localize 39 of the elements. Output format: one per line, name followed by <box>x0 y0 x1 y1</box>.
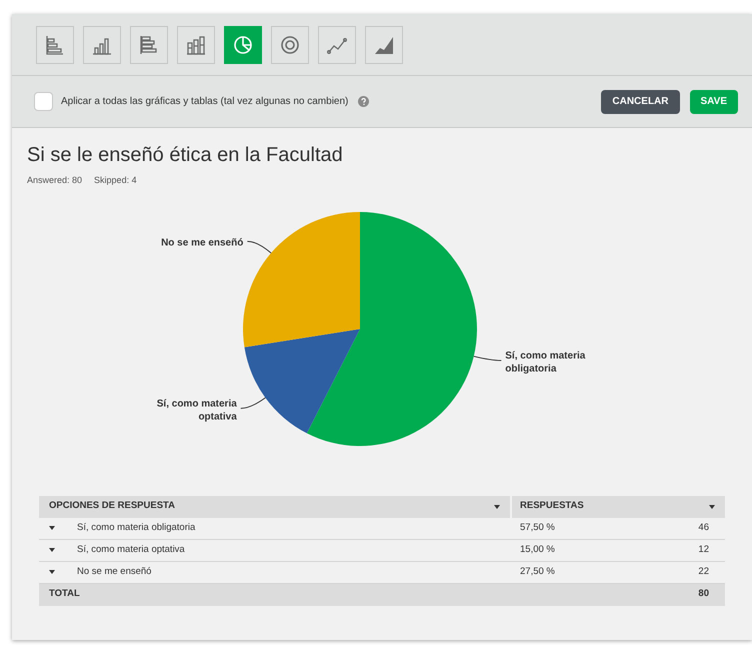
chart-type-button[interactable] <box>36 26 74 64</box>
leader-line <box>240 396 266 408</box>
table-cell-text: 22 <box>698 564 710 579</box>
leader-line <box>246 240 272 254</box>
slice-label: No se me enseñó <box>161 236 244 248</box>
table-cell-text: 46 <box>698 520 710 535</box>
column-header[interactable]: OPCIONES DE RESPUESTA <box>39 496 512 518</box>
cancel-button[interactable]: CANCELAR <box>601 90 680 114</box>
total-count: 80 <box>698 587 709 602</box>
table-cell-text: Sí, como materia optativa <box>77 542 185 557</box>
apply-all-checkbox[interactable] <box>34 92 53 111</box>
chart-type-button[interactable] <box>318 26 356 64</box>
leader-line <box>473 355 502 361</box>
total-label: TOTAL <box>49 587 80 602</box>
table-cell-text: 27,50 % <box>519 564 556 579</box>
table-cell-text: 57,50 % <box>519 520 556 535</box>
help-icon <box>358 96 370 107</box>
skipped-count: Skipped: 4 <box>94 174 137 187</box>
table-cell-text: Sí, como materia obligatoria <box>77 520 196 535</box>
table-cell-text: 15,00 % <box>519 542 556 557</box>
slice-label: Sí, como materia optativa <box>156 398 237 422</box>
expand-caret-icon[interactable] <box>49 526 55 530</box>
sort-caret-icon <box>709 504 715 508</box>
sort-caret-icon <box>494 504 500 508</box>
table-cell-text: No se me enseñó <box>77 564 152 579</box>
chart-type-button[interactable] <box>224 26 262 64</box>
apply-all-label: Aplicar a todas las gráficas y tablas (tal vez algunas no cambien) <box>61 95 348 109</box>
chart-type-button[interactable] <box>271 26 309 64</box>
question-title: Si se le enseñó ética en la Facultad <box>27 143 344 168</box>
column-header[interactable]: RESPUESTAS <box>512 496 725 518</box>
expand-caret-icon[interactable] <box>49 548 55 552</box>
chart-type-button[interactable] <box>365 26 403 64</box>
chart-type-button[interactable] <box>130 26 168 64</box>
chart-type-button[interactable] <box>83 26 121 64</box>
expand-caret-icon[interactable] <box>49 570 55 574</box>
table-cell-text: 12 <box>698 542 710 557</box>
answered-count: Answered: 80 <box>27 174 82 187</box>
slice-label: Sí, como materia obligatoria <box>505 350 586 374</box>
chart-type-button[interactable] <box>177 26 215 64</box>
